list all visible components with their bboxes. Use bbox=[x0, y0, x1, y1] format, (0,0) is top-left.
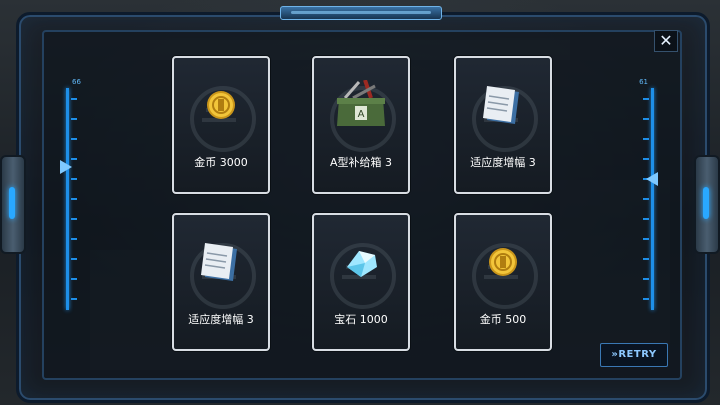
documents-icon bbox=[483, 86, 519, 124]
reward-card-fitness-boost[interactable]: 适应度增幅 3 bbox=[172, 213, 270, 351]
right-gauge-pointer-icon bbox=[646, 172, 658, 186]
reward-label: 金币 3000 bbox=[194, 156, 248, 169]
gold-coin-icon bbox=[207, 91, 235, 119]
left-gauge-value: 66 bbox=[72, 78, 81, 86]
left-gauge-pointer-icon bbox=[60, 160, 72, 174]
gem-icon bbox=[347, 251, 377, 277]
reward-label: 金币 500 bbox=[479, 313, 527, 326]
supply-crate-icon: A bbox=[337, 80, 385, 126]
reward-label: 适应度增幅 3 bbox=[470, 156, 536, 169]
right-gauge-value: 61 bbox=[639, 78, 648, 86]
left-gauge: 66 bbox=[60, 78, 81, 310]
svg-text:A: A bbox=[358, 109, 365, 120]
reward-card-gold-3000[interactable]: 金币 3000 bbox=[172, 56, 270, 194]
close-button[interactable]: ✕ bbox=[654, 30, 678, 52]
right-frame-knob bbox=[694, 155, 720, 254]
reward-label: A型补给箱 3 bbox=[329, 156, 393, 169]
documents-icon bbox=[201, 243, 237, 281]
reward-card-supply-crate[interactable]: A A型补给箱 3 bbox=[312, 56, 410, 194]
retry-button[interactable]: »RETRY bbox=[600, 343, 668, 367]
gold-coin-icon bbox=[489, 248, 517, 276]
reward-card-gold-500[interactable]: 金币 500 bbox=[454, 213, 552, 351]
reward-card-fitness-boost[interactable]: 适应度增幅 3 bbox=[454, 56, 552, 194]
left-frame-knob bbox=[0, 155, 26, 254]
reward-card-gem-1000[interactable]: 宝石 1000 bbox=[312, 213, 410, 351]
frame-top-ornament bbox=[280, 6, 442, 20]
reward-label: 宝石 1000 bbox=[334, 313, 388, 326]
right-gauge: 61 bbox=[639, 78, 658, 310]
reward-label: 适应度增幅 3 bbox=[188, 313, 254, 326]
